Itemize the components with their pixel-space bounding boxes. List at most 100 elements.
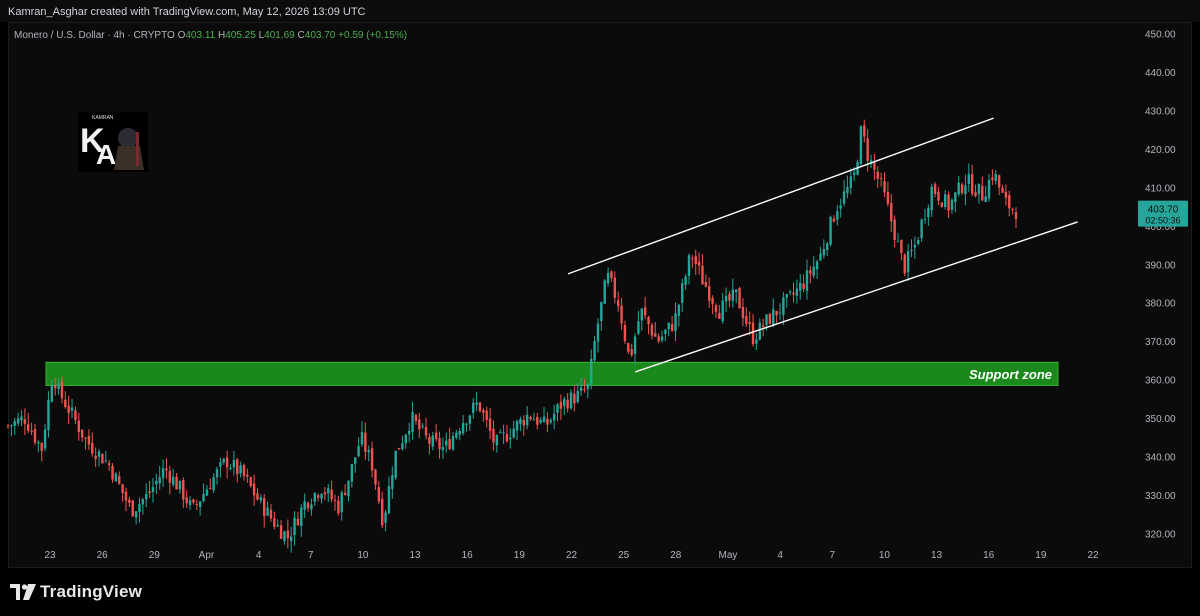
last-price-tag: 403.7002:50:36 [1138,200,1188,227]
candle-body [114,473,118,482]
candle-body [209,488,212,490]
candle-body [981,185,984,201]
candle-body [832,218,836,222]
candle-body [347,480,350,497]
candle-body [118,476,121,484]
candle-body [654,333,657,337]
time-tick-label: 26 [97,550,109,561]
candle-body [441,446,445,451]
candle-body [121,484,124,494]
candle-body [559,401,563,409]
candle-body [428,436,431,444]
candle-body [367,450,370,453]
candle-body [954,192,957,203]
candle-body [704,281,708,287]
candle-body [158,477,161,484]
candle-body [212,477,215,491]
candle-body [374,469,377,485]
candle-body [283,531,286,542]
price-chart[interactable]: Support zone 320.00 330.00 340.00 350.00 360… [0,0,1200,570]
time-tick-label: 10 [357,550,369,561]
candle-body [546,418,549,425]
candle-body [724,295,728,302]
candle-body [263,497,266,517]
candle-body [677,304,681,316]
price-tick-label: 330.00 [1145,491,1176,502]
candle-body [721,300,724,322]
candle-body [239,465,242,474]
candle-body [910,250,913,252]
candle-body [43,429,47,449]
candle-body [320,494,323,499]
candle-body [16,418,20,424]
candle-body [664,329,667,334]
candle-body [879,178,883,180]
candle-body [289,536,293,542]
candle-body [758,322,761,340]
time-tick-label: 23 [44,550,56,561]
candle-body [384,512,387,523]
candle-body [586,384,590,390]
candle-body [593,341,596,361]
price-tag-countdown: 02:50:36 [1145,216,1180,226]
candle-body [478,402,482,412]
candle-body [772,309,775,326]
candle-body [886,192,890,204]
time-tick-label: 28 [670,550,682,561]
candle-body [842,191,846,204]
candle-body [620,305,623,324]
candle-body [937,191,940,201]
candle-body [111,465,114,480]
price-tick-label: 420.00 [1145,145,1176,156]
candle-body [745,315,748,324]
candle-body [360,432,364,445]
candle-body [566,399,569,409]
candle-body [940,202,944,208]
candle-body [569,392,573,409]
time-axis[interactable]: 23 26 29 Apr 4 7 10 13 16 19 22 25 28 May 4 7 10 13 16 19 22 [44,550,1099,561]
candle-body [236,459,239,475]
candle-body [165,468,168,471]
candle-body [903,254,906,274]
candle-body [920,219,923,239]
candle-body [77,420,80,433]
time-tick-label: 29 [149,550,161,561]
candle-body [576,390,579,403]
candle-body [681,283,684,303]
time-tick-label: 25 [618,550,630,561]
support-zone: Support zone [45,361,1059,386]
candle-body [697,261,701,266]
candle-body [947,194,950,211]
candle-body [87,435,91,445]
candle-body [458,430,461,435]
price-axis[interactable]: 320.00 330.00 340.00 350.00 360.00 370.00 380.… [1145,30,1176,541]
candle-body [515,420,519,431]
candle-body [175,476,178,490]
candle-body [627,343,630,352]
candle-body [134,511,138,518]
candle-body [148,491,151,494]
candle-body [917,239,920,244]
candle-body [741,306,745,319]
candle-body [155,480,158,485]
candle-body [974,192,977,197]
price-tick-label: 410.00 [1145,183,1176,194]
support-zone-band [45,361,1059,386]
candle-body [273,518,276,527]
candle-body [472,402,475,413]
candle-body [333,499,337,501]
candle-body [198,501,202,507]
time-tick-label: 13 [931,550,943,561]
candle-body [67,405,70,413]
candle-body [532,419,536,421]
tradingview-logo[interactable]: TradingView [10,581,142,603]
time-tick-label: 7 [829,550,835,561]
candle-body [84,437,87,439]
candle-body [404,434,408,444]
candle-body [640,308,643,321]
candle-body [316,495,320,498]
candle-body [418,419,421,430]
candle-body [795,288,799,296]
candle-body [674,313,677,331]
candle-body [768,314,772,324]
